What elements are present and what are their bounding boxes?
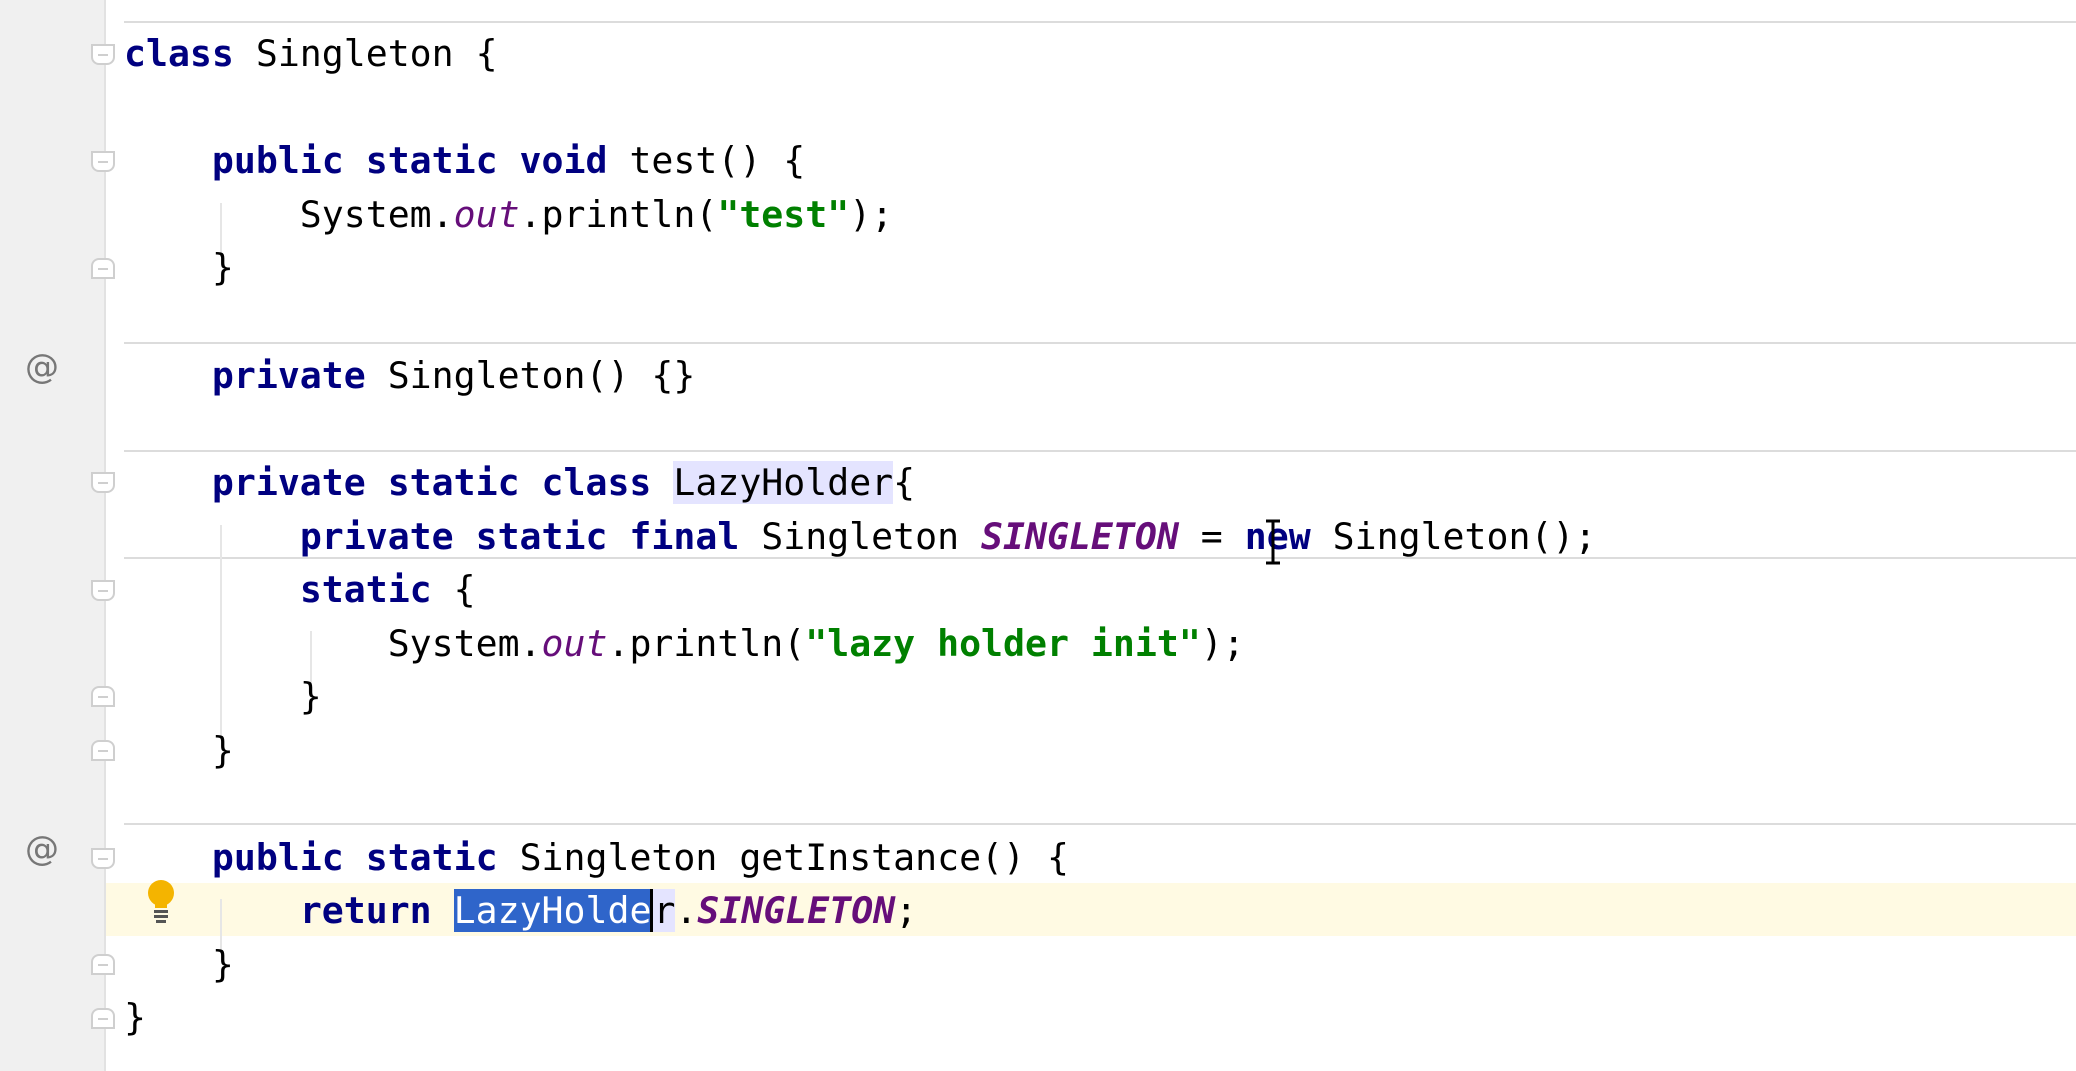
- code-line-7[interactable]: private Singleton() {}: [124, 349, 695, 402]
- token: {: [431, 568, 476, 611]
- token: System.: [124, 622, 542, 665]
- token: .println(: [519, 193, 718, 236]
- code-line-16[interactable]: public static Singleton getInstance() {: [124, 831, 1069, 884]
- code-line-3[interactable]: public static void test() {: [124, 134, 805, 187]
- token: out: [541, 622, 608, 665]
- fold-toggle-icon[interactable]: [91, 472, 115, 493]
- code-line-17[interactable]: return LazyHolder.SINGLETON;: [124, 884, 917, 937]
- token: }: [124, 729, 234, 772]
- code-line-18[interactable]: }: [124, 938, 234, 991]
- token: Singleton {: [233, 32, 498, 75]
- code-line-12[interactable]: System.out.println("lazy holder init");: [124, 617, 1245, 670]
- token: =: [1178, 515, 1245, 558]
- token: static: [299, 568, 432, 611]
- identifier-highlight: LazyHolder: [673, 461, 894, 504]
- fold-toggle-icon[interactable]: [91, 258, 115, 279]
- fold-toggle-icon[interactable]: [91, 740, 115, 761]
- token: public static: [211, 836, 498, 879]
- code-line-9[interactable]: private static class LazyHolder{: [124, 456, 915, 509]
- token: System.: [124, 193, 454, 236]
- text-cursor-icon: [1266, 519, 1280, 565]
- token: }: [124, 246, 234, 289]
- code-line-10[interactable]: private static final Singleton SINGLETON…: [124, 510, 1597, 563]
- fold-toggle-icon[interactable]: [91, 954, 115, 975]
- method-separator: [124, 823, 2076, 825]
- token: );: [849, 193, 894, 236]
- code-line-5[interactable]: }: [124, 241, 234, 294]
- code-line-13[interactable]: }: [124, 670, 322, 723]
- token: return: [299, 889, 432, 932]
- token: Singleton getInstance() {: [497, 836, 1069, 879]
- token: .: [675, 889, 698, 932]
- text-selection[interactable]: LazyHolde: [453, 889, 652, 932]
- token: private: [211, 354, 366, 397]
- token: {: [893, 461, 916, 504]
- override-marker-icon[interactable]: @: [20, 829, 64, 869]
- token: "test": [717, 193, 850, 236]
- token: class: [124, 32, 234, 75]
- method-separator: [124, 21, 2076, 23]
- token: test() {: [607, 139, 806, 182]
- fold-toggle-icon[interactable]: [91, 151, 115, 172]
- token: );: [1200, 622, 1245, 665]
- code-line-11[interactable]: static {: [124, 563, 476, 616]
- fold-toggle-icon[interactable]: [91, 686, 115, 707]
- fold-toggle-icon[interactable]: [91, 580, 115, 601]
- token: public static void: [211, 139, 608, 182]
- fold-toggle-icon[interactable]: [91, 848, 115, 869]
- code-line-19[interactable]: }: [124, 991, 146, 1044]
- token: Singleton();: [1310, 515, 1597, 558]
- token: }: [124, 996, 146, 1039]
- token: }: [124, 675, 322, 718]
- token: SINGLETON: [981, 515, 1179, 558]
- token: Singleton() {}: [365, 354, 696, 397]
- code-editor[interactable]: @ @ class Singleton { public static void…: [0, 0, 2076, 1071]
- token: ;: [895, 889, 918, 932]
- token: "lazy holder init": [805, 622, 1201, 665]
- token: out: [453, 193, 520, 236]
- code-line-1[interactable]: class Singleton {: [124, 27, 498, 80]
- token: .println(: [607, 622, 806, 665]
- code-line-14[interactable]: }: [124, 724, 234, 777]
- token: Singleton: [739, 515, 982, 558]
- method-separator: [124, 450, 2076, 452]
- override-marker-icon[interactable]: @: [20, 347, 64, 387]
- token: private static class: [211, 461, 652, 504]
- text-caret: r: [650, 889, 676, 932]
- fold-toggle-icon[interactable]: [91, 44, 115, 65]
- token: }: [124, 943, 234, 986]
- fold-toggle-icon[interactable]: [91, 1008, 115, 1029]
- token: private static final: [299, 515, 740, 558]
- code-line-4[interactable]: System.out.println("test");: [124, 188, 893, 241]
- method-separator: [124, 342, 2076, 344]
- token: SINGLETON: [697, 889, 896, 932]
